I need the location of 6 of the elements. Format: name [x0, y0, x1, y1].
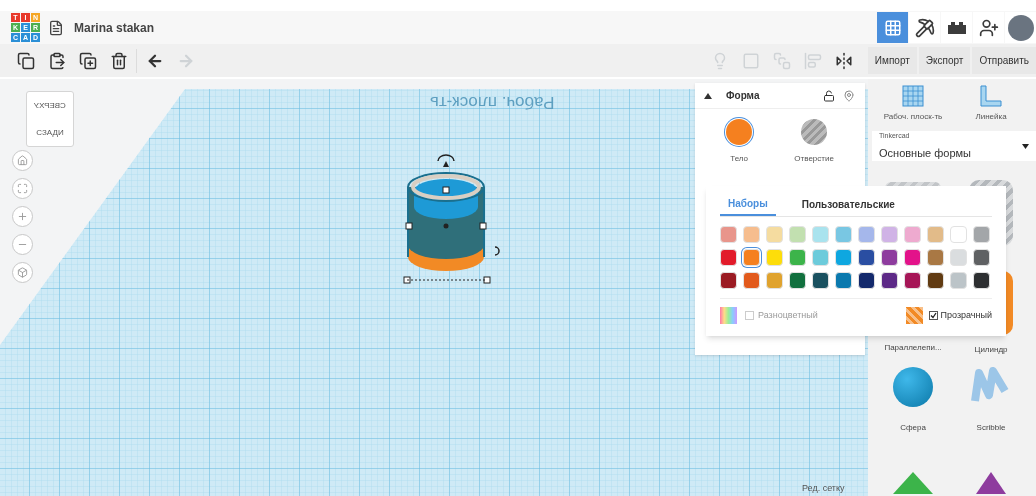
transparent-label: Прозрачный	[940, 308, 992, 322]
cube-face-label: СЗАДИ	[36, 126, 64, 139]
inspector-title: Форма	[726, 89, 760, 103]
cube-face-label: СВЕРХУ	[34, 99, 66, 112]
workplane-label: Рабоч. плоск-ть	[430, 91, 555, 114]
multicolor-label: Разноцветный	[758, 308, 818, 322]
